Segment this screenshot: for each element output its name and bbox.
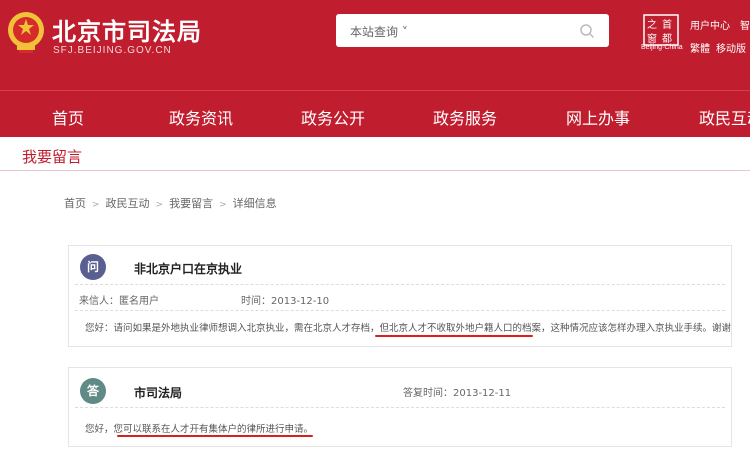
nav-item-online-affairs[interactable]: 网上办事 [566,105,630,129]
main-nav: 首页 政务资讯 政务公开 政务服务 网上办事 政民互动 [0,90,750,137]
chevron-right-icon: > [92,200,100,210]
traditional-chinese-link[interactable]: 繁體 [690,40,710,55]
user-center-link[interactable]: 用户中心 [690,17,730,32]
search-box[interactable]: 本站查询 ˅ [336,14,609,47]
sender-info: 来信人：匿名用户 [79,296,159,307]
question-time: 时间：2013-12-10 [241,296,330,307]
breadcrumb-home[interactable]: 首页 [64,197,86,210]
site-name[interactable]: 北京市司法局 [52,12,202,47]
breadcrumb-message[interactable]: 我要留言 [169,197,213,210]
question-badge: 问 [80,254,106,280]
answer-time: 答复时间：2013-12-11 [403,388,512,399]
nav-item-disclosure[interactable]: 政务公开 [301,105,365,129]
smart-link[interactable]: 智 [740,17,750,32]
site-header: 北京市司法局 SFJ.BEIJING.GOV.CN 本站查询 ˅ 之 首 窗 都… [0,0,750,90]
chevron-right-icon: > [219,200,227,210]
highlighted-text: 您可以联系在人才开有集体户的律所进行申请。 [113,424,314,435]
section-bar: 我要留言 [0,137,750,171]
site-domain: SFJ.BEIJING.GOV.CN [53,45,172,56]
answer-body: 您好，您可以联系在人才开有集体户的律所进行申请。 [85,424,314,435]
divider [75,407,725,408]
red-underline-annotation [117,435,313,437]
page-title: 我要留言 [22,148,83,166]
answer-card: 答 市司法局 答复时间：2013-12-11 您好，您可以联系在人才开有集体户的… [68,367,732,447]
chevron-right-icon: > [155,200,164,210]
question-body: 您好：请问如果是外地执业律师想调入北京执业，需在北京人才存档，但北京人才不收取外… [85,323,732,334]
answer-badge: 答 [80,378,106,404]
logo-caption: Beijing·China [641,44,683,51]
question-card: 问 非北京户口在京执业 来信人：匿名用户 时间：2013-12-10 您好：请问… [68,245,732,347]
nav-item-news[interactable]: 政务资讯 [169,105,233,129]
chevron-down-icon: ˅ [401,25,408,39]
search-scope-select[interactable]: 本站查询 ˅ [350,23,408,40]
nav-item-interaction[interactable]: 政民互动 [699,105,750,129]
highlighted-text: 但北京人才不收取外地户籍人口的档案 [379,323,542,334]
national-emblem-icon[interactable] [6,10,46,54]
mobile-version-link[interactable]: 移动版 [716,40,746,55]
answer-title: 市司法局 [134,386,183,400]
question-title: 非北京户口在京执业 [134,262,243,276]
search-icon[interactable] [579,23,595,39]
logo-char: 首 [662,18,672,31]
breadcrumb-interaction[interactable]: 政民互动 [106,197,150,210]
nav-item-services[interactable]: 政务服务 [433,105,497,129]
logo-char: 之 [647,18,657,31]
red-underline-annotation [375,335,533,337]
divider [75,310,725,311]
divider [75,284,725,285]
breadcrumb: 首页 > 政民互动 > 我要留言 > 详细信息 [64,195,277,211]
nav-item-home[interactable]: 首页 [52,105,84,129]
breadcrumb-current: 详细信息 [232,197,277,210]
